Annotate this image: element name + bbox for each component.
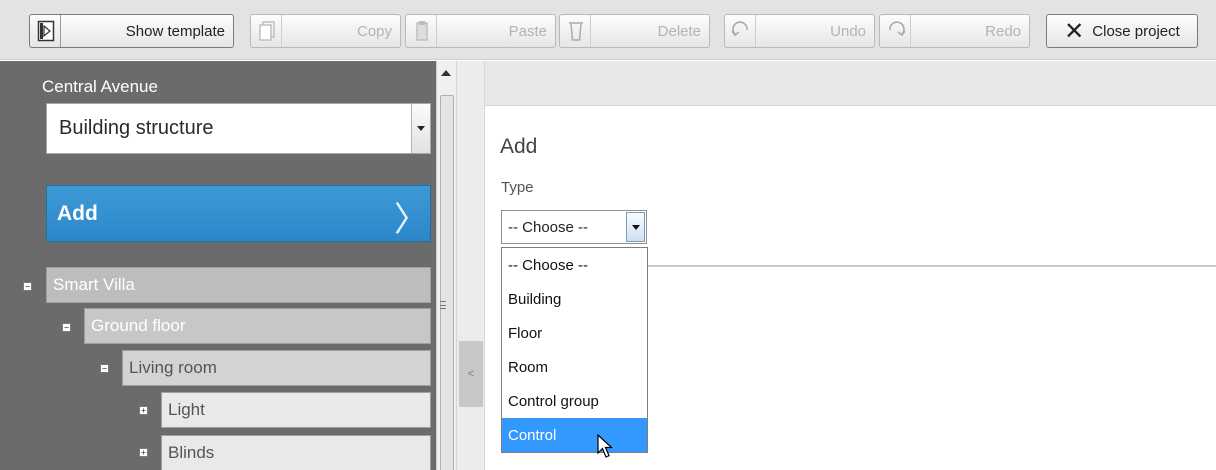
undo-label: Undo [830,22,866,40]
tree-item-blinds[interactable]: Blinds [161,435,431,470]
view-select[interactable]: Building structure [46,103,431,154]
redo-button[interactable]: Redo [879,14,1030,48]
scroll-up-icon[interactable] [441,70,451,76]
delete-label: Delete [657,22,701,40]
show-template-icon [34,15,61,47]
add-label: Add [57,202,98,225]
main-header-bar [485,61,1216,106]
chevron-down-icon[interactable] [411,104,430,153]
scrollbar-thumb[interactable] [440,95,454,470]
tree-item-label: Blinds [168,443,215,462]
paste-icon [410,15,437,47]
divider [645,265,1216,267]
dropdown-option[interactable]: Floor [502,316,647,350]
chevron-down-icon[interactable] [626,212,645,242]
view-select-value: Building structure [59,117,214,139]
type-select-value: -- Choose -- [508,219,589,236]
add-button[interactable]: Add 〉 [46,185,431,242]
redo-label: Redo [985,22,1021,40]
mouse-cursor-icon [597,434,614,458]
collapse-toggle-icon[interactable]: − [100,364,109,373]
tree-item-light[interactable]: Light [161,392,431,428]
sidebar-scrollbar[interactable] [436,61,456,470]
redo-icon [884,15,911,47]
collapse-panel-button[interactable]: < [459,341,483,407]
show-template-button[interactable]: Show template [29,14,234,48]
paste-label: Paste [508,22,547,40]
close-icon: ✕ [1064,17,1085,45]
tree-item-ground-floor[interactable]: Ground floor [84,308,431,344]
undo-button[interactable]: Undo [724,14,875,48]
grip-icon [440,301,446,309]
dropdown-option[interactable]: Control group [502,384,647,418]
copy-icon [255,15,282,47]
toolbar: Show template Copy Paste Delete Undo Red… [0,0,1216,60]
project-name: Central Avenue [42,77,158,96]
expand-toggle-icon[interactable]: + [139,406,148,415]
tree-item-label: Living room [129,358,217,377]
undo-icon [729,15,756,47]
tree-item-living-room[interactable]: Living room [122,350,431,386]
collapse-toggle-icon[interactable]: − [62,323,71,332]
type-select[interactable]: -- Choose -- [501,210,647,244]
sidebar: Central Avenue Building structure Add 〉 … [0,61,436,470]
tree-item-label: Ground floor [91,316,186,335]
dropdown-option-selected[interactable]: Control [502,418,647,452]
show-template-label: Show template [125,22,225,40]
copy-button[interactable]: Copy [250,14,401,48]
tree-item-smart-villa[interactable]: Smart Villa [46,267,431,303]
expand-toggle-icon[interactable]: + [139,448,148,457]
panel-splitter[interactable]: < [456,61,485,470]
page-title: Add [500,135,538,158]
chevron-right-icon: 〉 [394,200,428,240]
type-label: Type [501,179,534,196]
paste-button[interactable]: Paste [405,14,556,48]
close-project-label: Close project [1092,22,1180,40]
dropdown-option[interactable]: Building [502,282,647,316]
collapse-toggle-icon[interactable]: − [23,282,32,291]
dropdown-option[interactable]: -- Choose -- [502,248,647,282]
chevron-left-icon: < [467,368,475,380]
delete-button[interactable]: Delete [559,14,710,48]
tree-item-label: Smart Villa [53,275,135,294]
close-project-button[interactable]: ✕ Close project [1046,14,1198,48]
copy-label: Copy [356,22,392,40]
trash-icon [564,15,591,47]
type-dropdown-list: -- Choose -- Building Floor Room Control… [501,247,648,453]
dropdown-option[interactable]: Room [502,350,647,384]
tree-item-label: Light [168,400,205,419]
main-panel: Add Type -- Choose -- -- Choose -- Build… [485,61,1216,470]
